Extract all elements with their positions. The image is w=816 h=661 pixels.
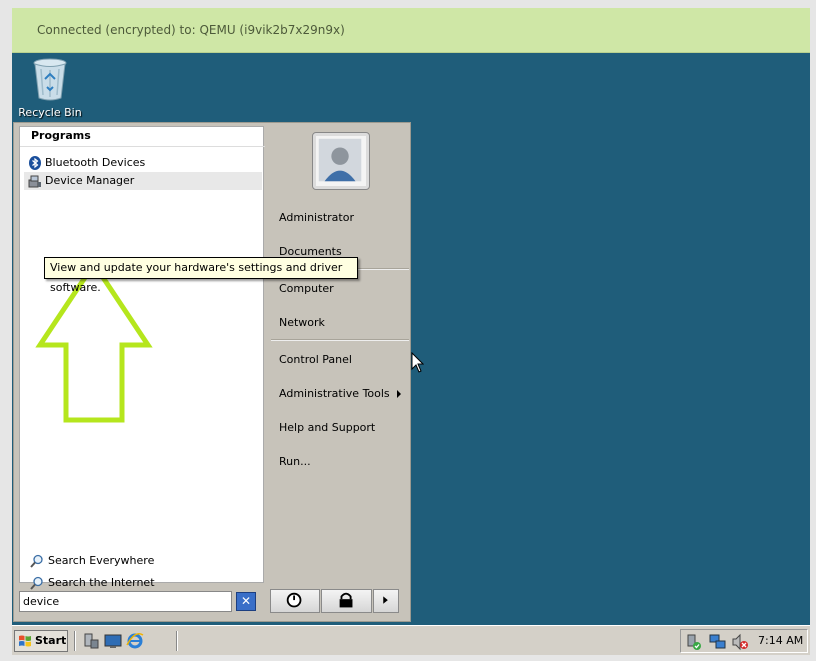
program-label: Bluetooth Devices <box>45 156 146 169</box>
volume-muted-icon[interactable] <box>731 633 749 651</box>
submenu-arrow-icon <box>397 390 401 398</box>
start-item-label: Administrator <box>279 211 354 224</box>
start-item-network[interactable]: Network <box>271 312 409 334</box>
lock-button[interactable] <box>321 589 372 613</box>
shutdown-button[interactable] <box>270 589 320 613</box>
desktop-icon-recycle-bin[interactable]: Recycle Bin <box>12 53 88 121</box>
start-item-label: Run... <box>279 455 311 468</box>
start-item-label: Control Panel <box>279 353 352 366</box>
connection-status-text: Connected (encrypted) to: QEMU (i9vik2b7… <box>37 23 345 37</box>
device-manager-tooltip: View and update your hardware's settings… <box>44 257 358 294</box>
close-icon: ✕ <box>240 594 252 608</box>
program-item-device-manager[interactable]: Device Manager <box>24 172 262 190</box>
search-link-label: Search the Internet <box>48 576 155 589</box>
start-item-administrative-tools[interactable]: Administrative Tools <box>271 383 409 405</box>
chevron-right-icon <box>383 596 388 604</box>
mouse-cursor-icon <box>411 352 424 373</box>
safely-remove-hardware-icon[interactable] <box>685 633 703 651</box>
system-tray: 7:14 AM <box>680 629 808 653</box>
server-manager-icon[interactable] <box>82 632 100 650</box>
lock-icon <box>339 592 353 608</box>
start-item-control-panel[interactable]: Control Panel <box>271 349 409 371</box>
start-item-label: Network <box>279 316 325 329</box>
connection-status-bar: Connected (encrypted) to: QEMU (i9vik2b7… <box>12 8 810 53</box>
device-manager-icon <box>28 175 41 188</box>
taskbar-separator <box>176 631 178 651</box>
start-item-label: Administrative Tools <box>279 387 390 400</box>
desktop-icon-label: Recycle Bin <box>18 106 82 119</box>
recycle-bin-icon <box>33 58 67 101</box>
search-everywhere-link[interactable]: Search Everywhere <box>30 550 265 572</box>
network-icon[interactable] <box>709 633 727 651</box>
menu-separator <box>271 339 409 341</box>
program-item-bluetooth-devices[interactable]: Bluetooth Devices <box>24 154 262 172</box>
taskbar-clock[interactable]: 7:14 AM <box>758 630 803 652</box>
desktop[interactable]: Recycle Bin Programs Bluetooth Devices D… <box>12 53 810 625</box>
search-icon <box>30 554 43 568</box>
start-item-run[interactable]: Run... <box>271 451 409 473</box>
start-button[interactable]: Start <box>14 630 68 652</box>
clear-search-button[interactable]: ✕ <box>236 592 256 611</box>
start-item-help-and-support[interactable]: Help and Support <box>271 417 409 439</box>
user-avatar[interactable] <box>312 132 370 190</box>
taskbar: Start 7:14 AM <box>12 625 810 655</box>
taskbar-separator <box>74 631 76 651</box>
start-item-computer[interactable]: Computer <box>271 278 409 300</box>
start-item-label: Computer <box>279 282 334 295</box>
internet-explorer-icon[interactable] <box>126 632 144 650</box>
start-label: Start <box>35 634 67 647</box>
show-desktop-icon[interactable] <box>104 632 122 650</box>
search-icon <box>30 576 43 590</box>
start-item-administrator[interactable]: Administrator <box>271 207 409 229</box>
user-icon <box>318 138 362 182</box>
start-item-label: Help and Support <box>279 421 376 434</box>
start-search-input[interactable]: device <box>19 591 232 612</box>
search-links: Search Everywhere Search the Internet <box>30 550 265 594</box>
program-label: Device Manager <box>45 174 135 187</box>
bluetooth-icon <box>29 156 41 170</box>
programs-header: Programs <box>20 127 265 147</box>
search-link-label: Search Everywhere <box>48 554 155 567</box>
windows-logo-icon <box>19 635 31 647</box>
start-menu-places-pane: Administrator Documents Computer Network… <box>267 126 410 583</box>
window-frame-bottom <box>0 655 816 661</box>
start-menu: Programs Bluetooth Devices Device Manage… <box>13 122 411 622</box>
window-frame-top <box>0 0 816 8</box>
shutdown-options-button[interactable] <box>373 589 399 613</box>
power-icon <box>286 592 302 608</box>
